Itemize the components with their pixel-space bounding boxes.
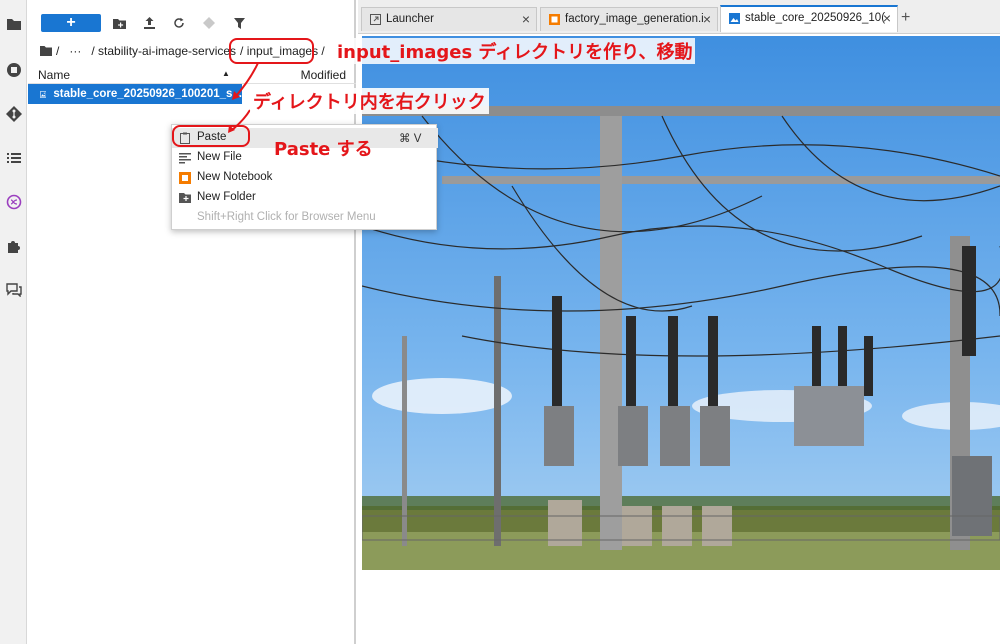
menu-item-shortcut: ⌘ V xyxy=(399,133,422,145)
text-file-icon xyxy=(179,153,191,164)
filter-icon[interactable] xyxy=(230,14,248,32)
menu-item-new-folder[interactable]: New Folder xyxy=(172,188,438,208)
git-clone-icon[interactable] xyxy=(200,14,218,32)
tab-label: Launcher xyxy=(386,13,434,25)
git-icon[interactable] xyxy=(0,102,27,126)
upload-icon[interactable] xyxy=(140,14,158,32)
menu-item-label: New Folder xyxy=(197,191,256,203)
breadcrumb-ellipsis[interactable]: ··· xyxy=(69,44,81,58)
refresh-icon[interactable] xyxy=(170,14,188,32)
breadcrumb-root-separator: / xyxy=(56,44,60,58)
annotation-step1: input_images ディレクトリを作り、移動 xyxy=(334,38,696,64)
substation-photo xyxy=(362,36,1000,570)
document-tab-bar: Launcher × factory_image_generation.i × … xyxy=(358,0,1000,34)
menu-item-label: Shift+Right Click for Browser Menu xyxy=(197,211,376,223)
running-sessions-icon[interactable] xyxy=(0,58,27,82)
breadcrumb-parent-folder[interactable]: / stability-ai-image-services xyxy=(91,44,236,58)
notebook-icon xyxy=(549,14,560,25)
file-browser-toolbar: + xyxy=(28,0,356,40)
tab-label: stable_core_20250926_10( xyxy=(745,12,886,24)
menu-item-new-notebook[interactable]: New Notebook xyxy=(172,168,438,188)
file-name: stable_core_20250926_100201_s... xyxy=(53,88,242,100)
file-browser-icon[interactable] xyxy=(0,12,27,36)
file-list-header: Name ▲ Modified xyxy=(28,66,356,84)
highlight-ring-paste xyxy=(172,125,250,147)
image-file-icon xyxy=(40,90,47,98)
highlight-ring-input-images xyxy=(229,38,314,64)
tab-notebook[interactable]: factory_image_generation.i × xyxy=(540,7,718,31)
sort-ascending-icon: ▲ xyxy=(222,69,230,78)
name-column-header[interactable]: Name xyxy=(38,68,70,82)
image-file-icon xyxy=(729,13,740,24)
chat-icon[interactable] xyxy=(0,278,27,302)
close-tab-icon[interactable]: × xyxy=(883,10,891,26)
extension-manager-icon[interactable] xyxy=(0,234,27,258)
annotation-step3: Paste する xyxy=(274,139,373,160)
launcher-icon xyxy=(370,14,381,25)
ai-assistant-icon[interactable] xyxy=(0,190,27,214)
notebook-icon xyxy=(179,172,191,184)
menu-item-browser-menu-hint: Shift+Right Click for Browser Menu xyxy=(172,208,438,228)
menu-item-label: New File xyxy=(197,151,242,163)
menu-item-label: New Notebook xyxy=(197,171,273,183)
close-tab-icon[interactable]: × xyxy=(522,11,530,27)
new-launcher-button[interactable]: + xyxy=(41,14,101,32)
tab-launcher[interactable]: Launcher × xyxy=(361,7,537,31)
new-folder-icon xyxy=(179,193,191,203)
tab-label: factory_image_generation.i xyxy=(565,13,704,25)
new-folder-icon[interactable] xyxy=(110,14,128,32)
image-viewer xyxy=(360,34,1000,644)
jupyterlab-window: + / ··· / stability-ai-image-services / … xyxy=(0,0,1000,644)
close-tab-icon[interactable]: × xyxy=(703,11,711,27)
file-list-item[interactable]: stable_core_20250926_100201_s... xyxy=(28,84,242,104)
add-tab-button[interactable]: + xyxy=(901,9,910,27)
annotation-step2: ディレクトリ内を右クリック xyxy=(250,88,489,114)
table-of-contents-icon[interactable] xyxy=(0,146,27,170)
home-folder-icon[interactable] xyxy=(40,46,52,56)
modified-column-header[interactable]: Modified xyxy=(301,68,346,82)
tab-image[interactable]: stable_core_20250926_10( × xyxy=(720,5,898,32)
activity-bar xyxy=(0,0,27,644)
